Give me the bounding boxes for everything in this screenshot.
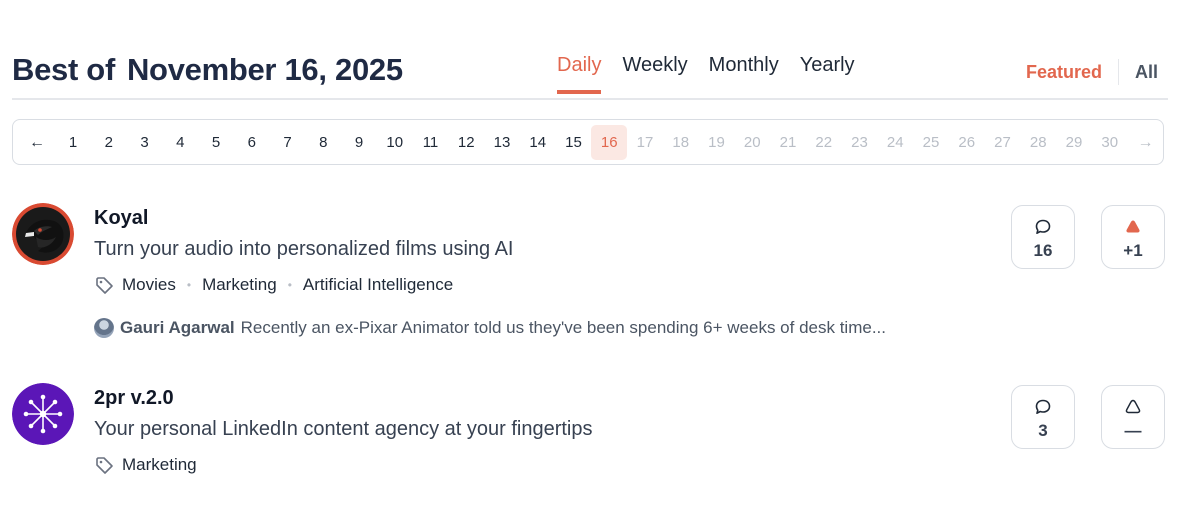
upvote-button[interactable]: +1 — [1101, 205, 1165, 269]
comment-text: Recently an ex-Pixar Animator told us th… — [240, 318, 886, 337]
header: Best of November 16, 2025 Daily Weekly Mo… — [12, 44, 1168, 100]
comments-count: 16 — [1033, 241, 1053, 260]
page-14[interactable]: 14 — [520, 125, 556, 160]
post-tagline: Your personal LinkedIn content agency at… — [94, 418, 593, 440]
page-22: 22 — [815, 134, 833, 151]
post-tags: Movies • Marketing • Artificial Intellig… — [94, 275, 453, 295]
page-1[interactable]: 1 — [55, 125, 91, 160]
title-date: November 16, 2025 — [126, 52, 403, 87]
page-title: Best of November 16, 2025 — [12, 52, 403, 88]
page: Best of November 16, 2025 Daily Weekly Mo… — [0, 0, 1200, 507]
page-11[interactable]: 11 — [413, 125, 449, 160]
post-name[interactable]: Koyal — [94, 207, 148, 230]
day-pagination: ← 1 2 3 4 5 6 7 8 9 10 11 12 13 14 15 16 17 18 19 20 21 22 23 2… — [12, 119, 1164, 165]
comment-bubble-icon — [1035, 219, 1051, 234]
page-12[interactable]: 12 — [448, 125, 484, 160]
tag-movies[interactable]: Movies — [122, 275, 176, 295]
tag-icon — [96, 277, 113, 294]
page-4[interactable]: 4 — [162, 125, 198, 160]
tag-separator: • — [287, 278, 292, 292]
page-28: 28 — [1029, 134, 1047, 151]
page-23: 23 — [851, 134, 868, 151]
feed-filters: Featured All — [1026, 59, 1158, 85]
filter-featured[interactable]: Featured — [1026, 62, 1102, 83]
upvote-icon — [1125, 399, 1141, 414]
page-15[interactable]: 15 — [556, 125, 592, 160]
page-29: 29 — [1065, 134, 1083, 151]
tag-separator: • — [186, 278, 192, 292]
page-3[interactable]: 3 — [127, 125, 163, 160]
comment-bubble-icon — [1035, 399, 1051, 414]
tab-weekly[interactable]: Weekly — [622, 54, 687, 94]
title-prefix: Best of — [12, 52, 115, 87]
prev-arrow-icon[interactable]: ← — [19, 125, 55, 160]
page-26: 26 — [958, 134, 976, 151]
filter-all[interactable]: All — [1135, 62, 1158, 83]
comment-author: Gauri Agarwal — [120, 318, 235, 337]
filter-divider — [1117, 59, 1119, 85]
network-logo-icon[interactable] — [12, 383, 74, 445]
vote-count: — — [1124, 421, 1142, 440]
post-name[interactable]: 2pr v.2.0 — [94, 387, 174, 410]
page-27: 27 — [994, 134, 1011, 151]
post-tags: Marketing — [94, 455, 197, 475]
tab-monthly[interactable]: Monthly — [709, 54, 779, 94]
comments-button[interactable]: 3 — [1011, 385, 1075, 449]
featured-comment[interactable]: Gauri Agarwal Recently an ex-Pixar Anima… — [94, 318, 886, 338]
page-6[interactable]: 6 — [234, 125, 270, 160]
tab-yearly[interactable]: Yearly — [800, 54, 855, 94]
page-19: 19 — [708, 134, 725, 151]
page-18: 18 — [672, 134, 690, 151]
page-2[interactable]: 2 — [91, 125, 127, 160]
tag-marketing[interactable]: Marketing — [122, 455, 197, 475]
vote-count: +1 — [1123, 241, 1143, 260]
post-tagline: Turn your audio into personalized films … — [94, 238, 514, 260]
tag-artificial-intelligence[interactable]: Artificial Intelligence — [303, 275, 453, 295]
comments-count: 3 — [1038, 421, 1048, 440]
page-8[interactable]: 8 — [305, 125, 341, 160]
tag-marketing[interactable]: Marketing — [202, 275, 277, 295]
upvote-button[interactable]: — — [1101, 385, 1165, 449]
page-20: 20 — [743, 134, 761, 151]
page-9[interactable]: 9 — [341, 125, 377, 160]
page-24: 24 — [886, 134, 904, 151]
avatar — [94, 318, 114, 338]
tab-daily[interactable]: Daily — [557, 54, 602, 94]
page-16[interactable]: 16 — [591, 125, 628, 160]
period-tabs: Daily Weekly Monthly Yearly — [557, 54, 876, 94]
page-17: 17 — [636, 134, 654, 151]
comments-button[interactable]: 16 — [1011, 205, 1075, 269]
page-30: 30 — [1101, 134, 1119, 151]
next-arrow-icon: → — [1137, 134, 1154, 151]
page-13[interactable]: 13 — [484, 125, 520, 160]
page-5[interactable]: 5 — [198, 125, 234, 160]
upvote-icon — [1126, 220, 1140, 233]
bird-logo-icon[interactable] — [12, 203, 74, 265]
page-25: 25 — [922, 134, 940, 151]
page-21: 21 — [779, 134, 797, 151]
tag-icon — [96, 457, 113, 474]
page-10[interactable]: 10 — [377, 125, 413, 160]
page-7[interactable]: 7 — [270, 125, 306, 160]
